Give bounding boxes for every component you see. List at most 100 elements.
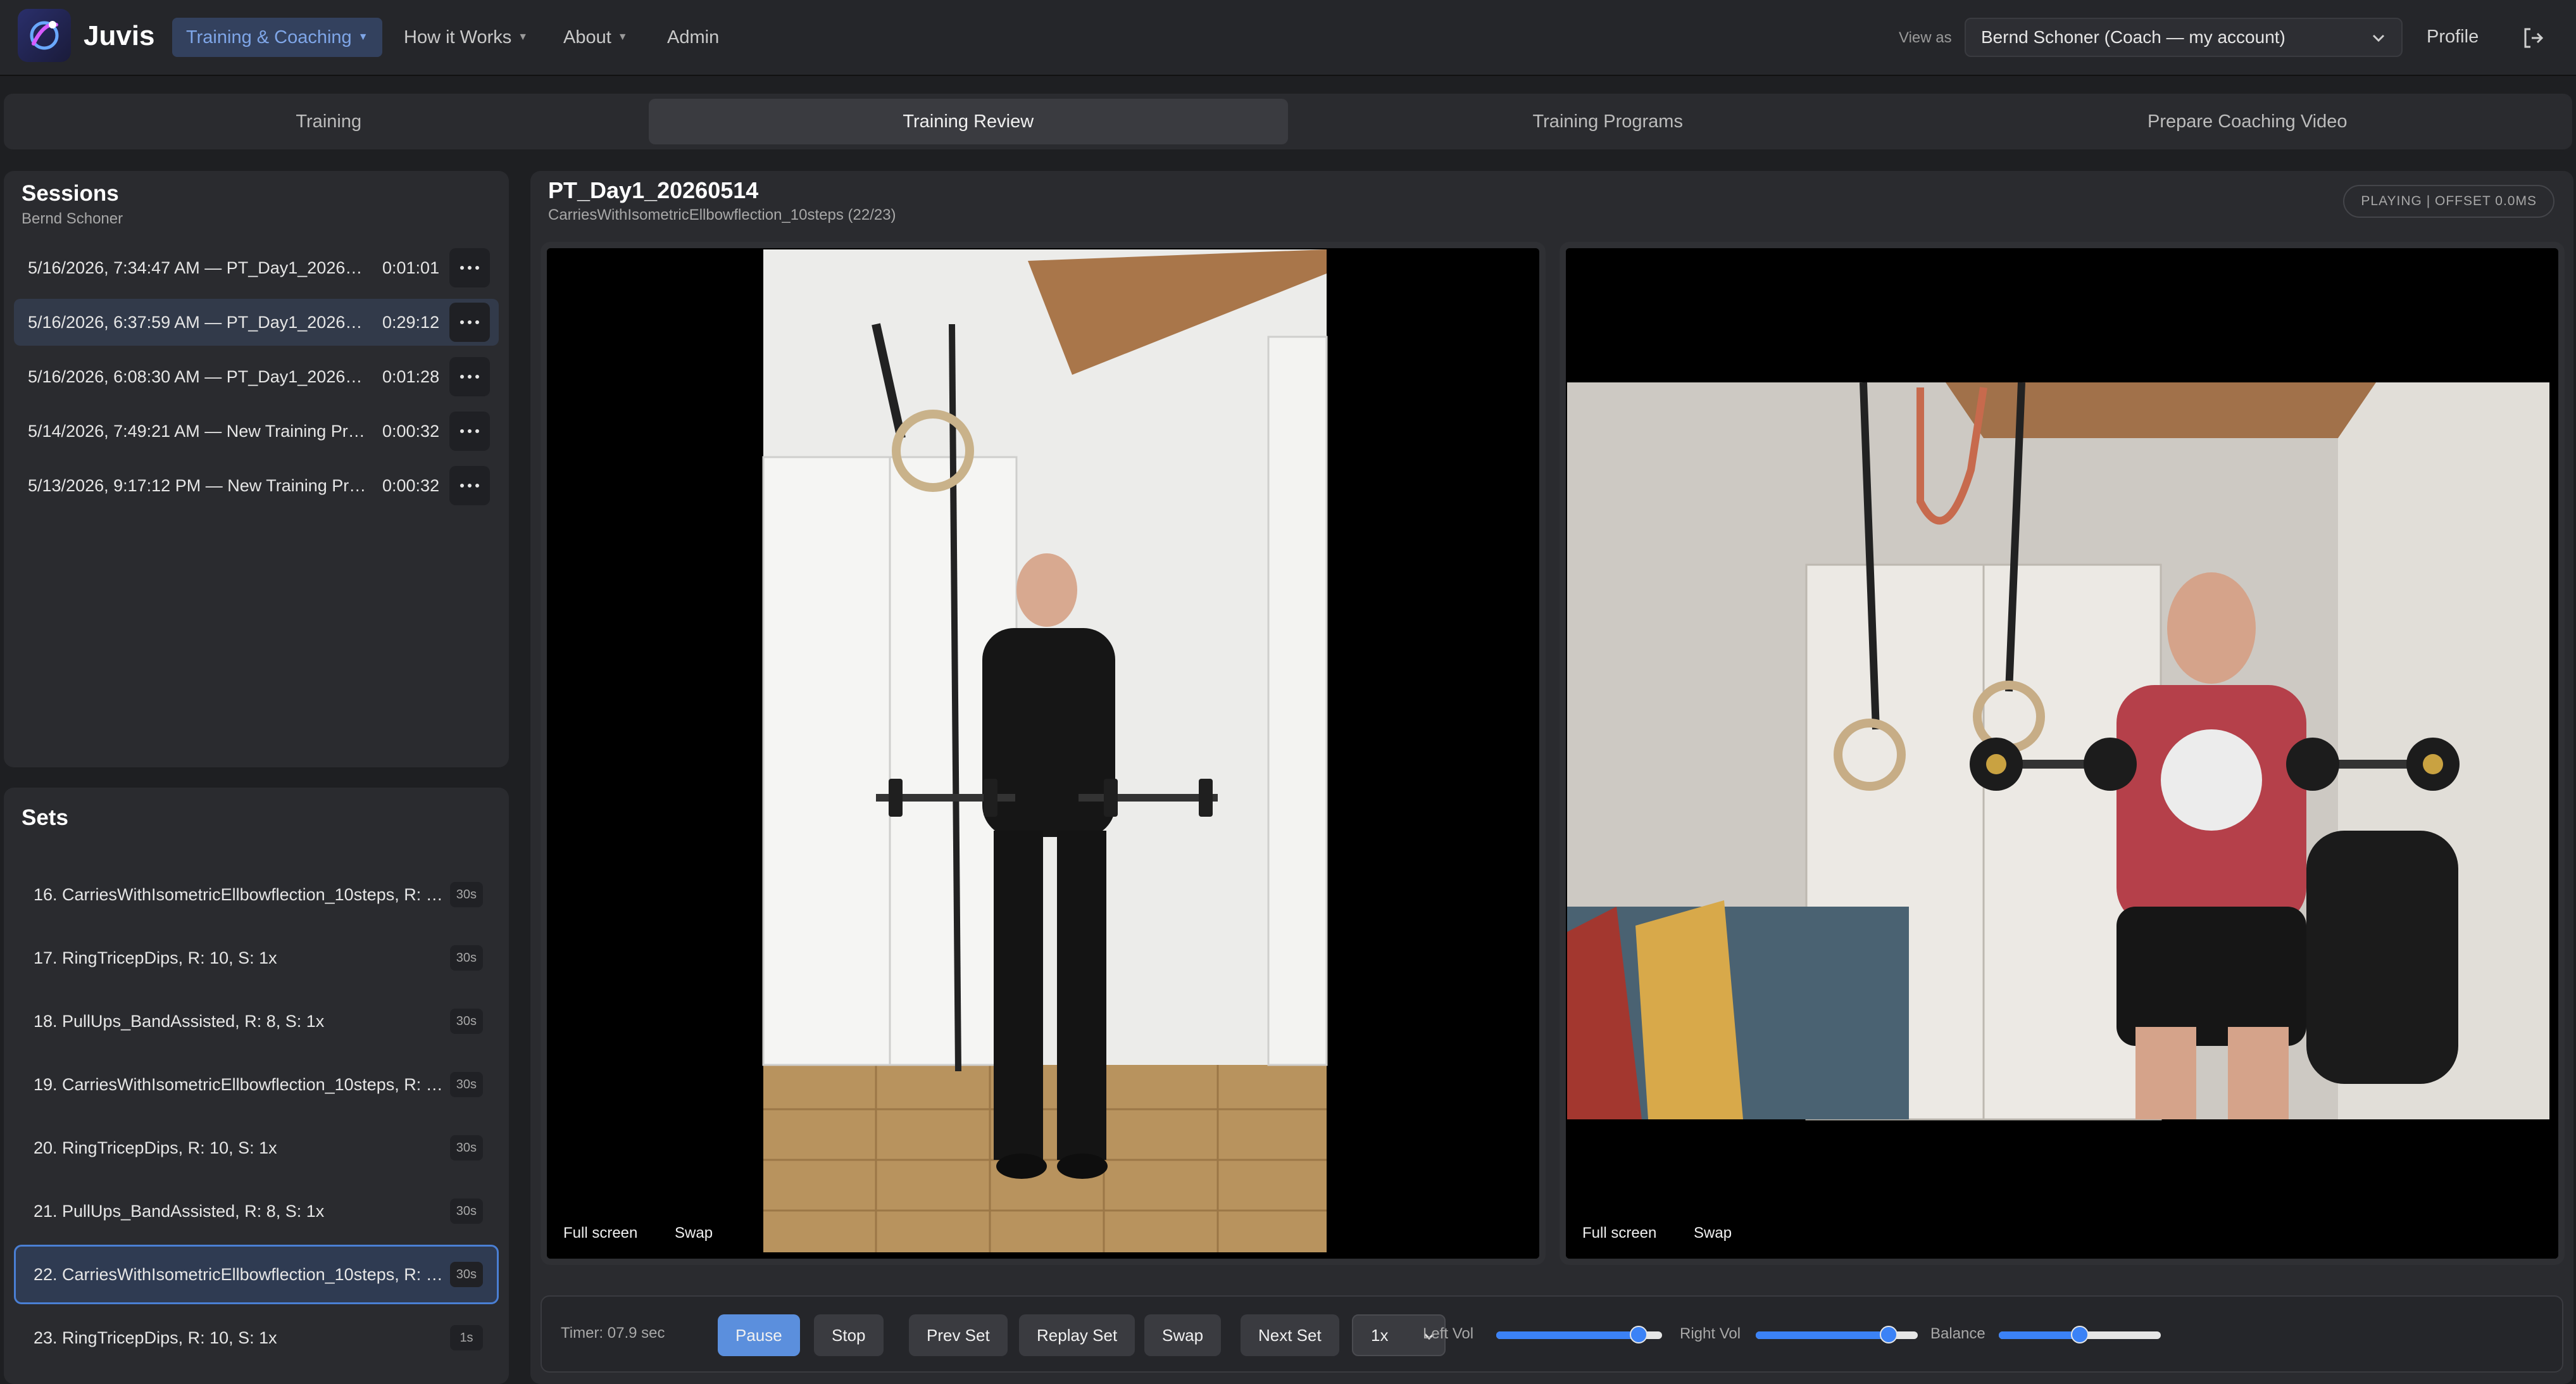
caret-down-icon: ▼	[617, 32, 628, 42]
playback-status-badge: PLAYING | OFFSET 0.0MS	[2343, 185, 2554, 218]
left-vol-slider[interactable]	[1496, 1326, 1662, 1343]
right-video-player[interactable]: Full screen Swap	[1560, 242, 2565, 1265]
speed-value: 1x	[1371, 1325, 1389, 1345]
session-item[interactable]: 5/16/2026, 7:34:47 AM — PT_Day1_20260514…	[14, 244, 499, 291]
set-item[interactable]: 21. PullUps_BandAssisted, R: 8, S: 1x 30…	[14, 1181, 499, 1241]
review-subtitle: CarriesWithIsometricEllbowflection_10ste…	[548, 206, 896, 223]
set-item[interactable]: 23. RingTricepDips, R: 10, S: 1x 1s	[14, 1308, 499, 1368]
session-item[interactable]: 5/13/2026, 9:17:12 PM — New Training Pro…	[14, 462, 499, 509]
sets-panel: Sets 16. CarriesWithIsometricEllbowflect…	[4, 788, 509, 1384]
more-options-icon[interactable]	[449, 357, 490, 396]
set-label: 18. PullUps_BandAssisted, R: 8, S: 1x	[34, 1011, 325, 1031]
session-duration: 0:00:32	[382, 475, 440, 495]
slider-thumb[interactable]	[1630, 1326, 1648, 1343]
section-tabs: Training Training Review Training Progra…	[4, 94, 2572, 149]
set-item[interactable]: 20. RingTricepDips, R: 10, S: 1x 30s	[14, 1118, 499, 1178]
training-review-panel: PT_Day1_20260514 CarriesWithIsometricEll…	[530, 171, 2573, 1384]
top-navbar: Juvis Training & Coaching ▼ How it Works…	[0, 0, 2576, 76]
more-options-icon[interactable]	[449, 466, 490, 505]
right-swap-button[interactable]: Swap	[1694, 1224, 1732, 1242]
logout-icon[interactable]	[2520, 25, 2546, 51]
set-label: 19. CarriesWithIsometricEllbowflection_1…	[34, 1074, 445, 1094]
timer-readout: Timer: 07.9 sec	[561, 1324, 665, 1342]
more-options-icon[interactable]	[449, 412, 490, 451]
view-as-select[interactable]: Bernd Schoner (Coach — my account)	[1965, 18, 2403, 57]
brand-name[interactable]: Juvis	[84, 20, 155, 52]
sessions-title: Sessions	[22, 181, 119, 206]
session-item[interactable]: 5/16/2026, 6:37:59 AM — PT_Day1_20260514…	[14, 299, 499, 346]
more-options-icon[interactable]	[449, 303, 490, 342]
session-duration: 0:00:32	[382, 421, 440, 441]
session-label: 5/16/2026, 7:34:47 AM — PT_Day1_20260514	[28, 258, 370, 277]
more-options-icon[interactable]	[449, 248, 490, 287]
set-item[interactable]: 16. CarriesWithIsometricEllbowflection_1…	[14, 865, 499, 924]
set-item[interactable]: 19. CarriesWithIsometricEllbowflection_1…	[14, 1055, 499, 1114]
right-vol-label: Right Vol	[1680, 1325, 1741, 1342]
set-label: 23. RingTricepDips, R: 10, S: 1x	[34, 1328, 277, 1347]
set-item[interactable]: 22. CarriesWithIsometricEllbowflection_1…	[14, 1245, 499, 1304]
set-duration-badge: 30s	[449, 945, 483, 971]
set-duration-badge: 1s	[450, 1325, 483, 1350]
sets-title: Sets	[22, 805, 68, 830]
sessions-panel: Sessions Bernd Schoner 5/16/2026, 7:34:4…	[4, 171, 509, 767]
set-duration-badge: 30s	[449, 1135, 483, 1161]
nav-admin[interactable]: Admin	[653, 18, 733, 57]
left-video-player[interactable]: Full screen Swap	[541, 242, 1546, 1265]
playback-control-bar: Timer: 07.9 sec Pause Stop Prev Set Repl…	[541, 1295, 2563, 1373]
nav-label: Training & Coaching	[186, 27, 352, 47]
nav-about[interactable]: About ▼	[549, 18, 642, 57]
session-duration: 0:01:28	[382, 367, 440, 386]
session-item[interactable]: 5/16/2026, 6:08:30 AM — PT_Day1_20260514…	[14, 353, 499, 400]
slider-fill	[1756, 1331, 1889, 1339]
pause-button[interactable]: Pause	[718, 1314, 800, 1356]
set-item[interactable]: 18. PullUps_BandAssisted, R: 8, S: 1x 30…	[14, 991, 499, 1051]
caret-down-icon: ▼	[518, 32, 528, 42]
stop-button[interactable]: Stop	[814, 1314, 884, 1356]
nav-training-coaching[interactable]: Training & Coaching ▼	[172, 18, 382, 57]
caret-down-icon: ▼	[358, 32, 368, 42]
nav-label: About	[563, 27, 611, 47]
review-title: PT_Day1_20260514	[548, 177, 759, 203]
session-label: 5/16/2026, 6:37:59 AM — PT_Day1_20260514	[28, 312, 370, 332]
set-duration-badge: 30s	[449, 882, 483, 907]
slider-fill	[1496, 1331, 1639, 1339]
view-as-label: View as	[1899, 29, 1952, 46]
session-label: 5/13/2026, 9:17:12 PM — New Training Pro…	[28, 475, 370, 495]
set-duration-badge: 30s	[449, 1009, 483, 1034]
view-as-value: Bernd Schoner (Coach — my account)	[1981, 27, 2285, 47]
set-duration-badge: 30s	[449, 1072, 483, 1097]
left-fullscreen-button[interactable]: Full screen	[563, 1224, 637, 1242]
session-duration: 0:29:12	[382, 312, 440, 332]
set-label: 22. CarriesWithIsometricEllbowflection_1…	[34, 1264, 445, 1284]
left-swap-button[interactable]: Swap	[675, 1224, 713, 1242]
right-vol-slider[interactable]	[1756, 1326, 1918, 1343]
tab-training-programs[interactable]: Training Programs	[1288, 99, 1928, 144]
nav-label: Admin	[667, 27, 720, 47]
set-duration-badge: 30s	[449, 1262, 483, 1287]
replay-set-button[interactable]: Replay Set	[1019, 1314, 1135, 1356]
set-duration-badge: 30s	[449, 1198, 483, 1224]
set-label: 17. RingTricepDips, R: 10, S: 1x	[34, 948, 277, 967]
left-video-frame-image	[547, 248, 1539, 1259]
tab-prepare-coaching-video[interactable]: Prepare Coaching Video	[1928, 99, 2568, 144]
profile-link[interactable]: Profile	[2427, 27, 2479, 47]
sessions-subtitle: Bernd Schoner	[22, 210, 123, 227]
slider-fill	[1999, 1331, 2080, 1339]
tab-training[interactable]: Training	[9, 99, 649, 144]
prev-set-button[interactable]: Prev Set	[909, 1314, 1008, 1356]
nav-how-it-works[interactable]: How it Works ▼	[390, 18, 542, 57]
right-video-frame-image	[1566, 248, 2558, 1259]
balance-slider[interactable]	[1999, 1326, 2161, 1343]
slider-thumb[interactable]	[1880, 1326, 1898, 1343]
next-set-button[interactable]: Next Set	[1241, 1314, 1339, 1356]
session-item[interactable]: 5/14/2026, 7:49:21 AM — New Training Pro…	[14, 408, 499, 455]
tab-training-review[interactable]: Training Review	[648, 99, 1288, 144]
session-label: 5/14/2026, 7:49:21 AM — New Training Pro…	[28, 421, 370, 441]
set-item[interactable]: 17. RingTricepDips, R: 10, S: 1x 30s	[14, 928, 499, 988]
set-label: 20. RingTricepDips, R: 10, S: 1x	[34, 1138, 277, 1157]
chevron-down-icon	[2370, 29, 2387, 51]
right-fullscreen-button[interactable]: Full screen	[1582, 1224, 1656, 1242]
swap-button[interactable]: Swap	[1144, 1314, 1222, 1356]
juvis-logo-icon[interactable]	[18, 9, 71, 62]
slider-thumb[interactable]	[2071, 1326, 2089, 1343]
